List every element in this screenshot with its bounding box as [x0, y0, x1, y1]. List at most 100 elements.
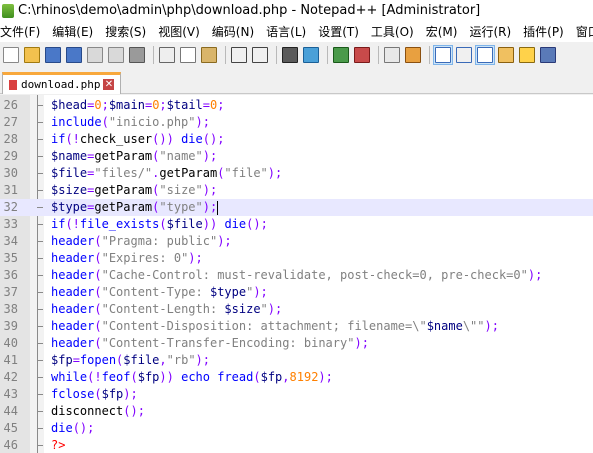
menu-item-0[interactable]: 文件(F) [0, 23, 46, 40]
replace-button[interactable] [302, 46, 320, 64]
menu-item-8[interactable]: 宏(M) [420, 23, 464, 40]
toolbar-separator [378, 46, 379, 64]
line-number: 33 [3, 217, 18, 231]
zoom-out-button[interactable] [353, 46, 371, 64]
code-line[interactable]: 34 header("Pragma: public"); [0, 233, 593, 250]
code-line[interactable]: 31 $size=getParam("size"); [0, 182, 593, 199]
monitor-button[interactable] [539, 46, 557, 64]
new-file-button[interactable] [2, 46, 20, 64]
close-button[interactable] [86, 46, 104, 64]
line-number: 44 [3, 404, 18, 418]
tab-download-php[interactable]: download.php ✕ [2, 72, 122, 94]
save-icon [45, 47, 61, 63]
code-line[interactable]: 42 while(!feof($fp)) echo fread($fp,8192)… [0, 369, 593, 386]
line-number: 46 [3, 438, 18, 452]
code-line[interactable]: 32 $type=getParam("type"); [0, 199, 593, 216]
menu-item-6[interactable]: 设置(T) [312, 23, 365, 40]
find-button[interactable] [281, 46, 299, 64]
menu-item-3[interactable]: 视图(V) [152, 23, 206, 40]
sync-v-button[interactable] [383, 46, 401, 64]
line-number: 32 [3, 200, 18, 214]
close-tab-icon[interactable]: ✕ [103, 79, 115, 90]
menu-item-1[interactable]: 编辑(E) [46, 23, 99, 40]
menu-item-11[interactable]: 窗口 [570, 23, 593, 40]
code-text: if(!file_exists($file)) die(); [51, 217, 268, 231]
menu-item-4[interactable]: 编码(N) [206, 23, 260, 40]
code-line[interactable]: 28 if(!check_user()) die(); [0, 131, 593, 148]
fold-tick [37, 428, 43, 429]
fold-tick [37, 156, 43, 157]
code-line[interactable]: 27 include("inicio.php"); [0, 114, 593, 131]
code-text: header("Content-Length: $size"); [51, 302, 283, 316]
fold-tick [37, 343, 43, 344]
doc-map-button[interactable] [497, 46, 515, 64]
code-editor[interactable]: 26 $head=0;$main=0;$tail=0; 27 include("ini… [0, 95, 593, 453]
notepadpp-icon [2, 3, 14, 18]
code-line[interactable]: 46 ?> [0, 437, 593, 453]
paste-button[interactable] [200, 46, 218, 64]
code-line[interactable]: 43 fclose($fp); [0, 386, 593, 403]
menu-item-2[interactable]: 搜索(S) [99, 23, 152, 40]
code-line[interactable]: 45 die(); [0, 420, 593, 437]
code-line[interactable]: 33 if(!file_exists($file)) die(); [0, 216, 593, 233]
line-number: 29 [3, 149, 18, 163]
line-number: 28 [3, 132, 18, 146]
indent-guide-button[interactable] [475, 45, 495, 65]
redo-button[interactable] [251, 46, 269, 64]
code-line[interactable]: 44 disconnect(); [0, 403, 593, 420]
code-line[interactable]: 40 header("Content-Transfer-Encoding: bin… [0, 335, 593, 352]
fold-tick [37, 377, 43, 378]
code-line[interactable]: 38 header("Content-Length: $size"); [0, 301, 593, 318]
menu-bar: 文件(F) 编辑(E) 搜索(S) 视图(V) 编码(N) 语言(L) 设置(T) 工具(O)… [0, 21, 593, 42]
code-line[interactable]: 36 header("Cache-Control: must-revalidate… [0, 267, 593, 284]
code-line[interactable]: 26 $head=0;$main=0;$tail=0; [0, 97, 593, 114]
code-line[interactable]: 29 $name=getParam("name"); [0, 148, 593, 165]
fold-tick [37, 275, 43, 276]
save-all-button[interactable] [65, 46, 83, 64]
line-number: 38 [3, 302, 18, 316]
undo-button[interactable] [230, 46, 248, 64]
close-all-button[interactable] [107, 46, 125, 64]
code-text: header("Content-Disposition: attachment;… [51, 319, 499, 333]
copy-icon [180, 47, 196, 63]
cut-icon [159, 47, 175, 63]
toolbar-separator [153, 46, 154, 64]
all-chars-button[interactable] [455, 46, 473, 64]
line-number: 41 [3, 353, 18, 367]
fold-tick [37, 105, 43, 106]
menu-item-10[interactable]: 插件(P) [517, 23, 570, 40]
cut-button[interactable] [158, 46, 176, 64]
print-icon [129, 47, 145, 63]
toolbar-separator [225, 46, 226, 64]
tab-bar: download.php ✕ [0, 68, 593, 94]
line-number: 30 [3, 166, 18, 180]
sync-h-button[interactable] [404, 46, 422, 64]
code-text: if(!check_user()) die(); [51, 132, 225, 146]
code-line[interactable]: 39 header("Content-Disposition: attachmen… [0, 318, 593, 335]
zoom-out-icon [354, 47, 370, 63]
doc-map-icon [498, 47, 514, 63]
toolbar-separator [276, 46, 277, 64]
line-number: 27 [3, 115, 18, 129]
code-line[interactable]: 37 header("Content-Type: $type"); [0, 284, 593, 301]
fold-tick [37, 360, 43, 361]
code-line[interactable]: 35 header("Expires: 0"); [0, 250, 593, 267]
function-list-button[interactable] [518, 46, 536, 64]
code-text: $type=getParam("type"); [51, 200, 219, 215]
menu-item-7[interactable]: 工具(O) [365, 23, 420, 40]
fold-tick [37, 309, 43, 310]
wrap-button[interactable] [433, 45, 453, 65]
open-file-button[interactable] [23, 46, 41, 64]
code-line[interactable]: 41 $fp=fopen($file,"rb"); [0, 352, 593, 369]
copy-button[interactable] [179, 46, 197, 64]
zoom-in-button[interactable] [332, 46, 350, 64]
print-button[interactable] [128, 46, 146, 64]
monitor-icon [540, 47, 556, 63]
menu-item-5[interactable]: 语言(L) [260, 23, 312, 40]
save-button[interactable] [44, 46, 62, 64]
fold-tick [37, 122, 43, 123]
menu-item-9[interactable]: 运行(R) [463, 23, 517, 40]
function-list-icon [519, 47, 535, 63]
code-line[interactable]: 30 $file="files/".getParam("file"); [0, 165, 593, 182]
code-text: header("Content-Type: $type"); [51, 285, 268, 299]
